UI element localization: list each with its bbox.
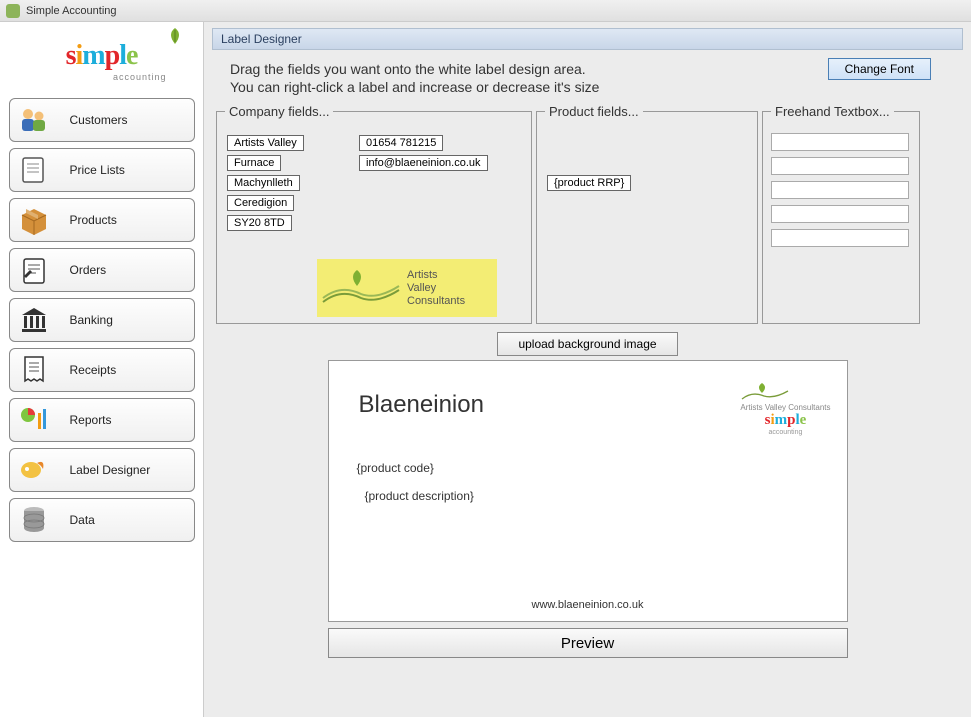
field-product-rrp[interactable]: {product RRP}	[547, 175, 631, 191]
sidebar: simple accounting Customers Price Lists	[0, 22, 204, 717]
design-field-product-code[interactable]: {product code}	[357, 461, 434, 475]
freehand-legend: Freehand Textbox...	[771, 104, 894, 119]
sidebar-item-customers[interactable]: Customers	[9, 98, 195, 142]
sidebar-item-orders[interactable]: Orders	[9, 248, 195, 292]
sidebar-item-label: Banking	[70, 313, 113, 327]
sidebar-item-label: Products	[70, 213, 117, 227]
sidebar-item-banking[interactable]: Banking	[9, 298, 195, 342]
sidebar-item-label: Price Lists	[70, 163, 125, 177]
sidebar-item-label: Orders	[70, 263, 107, 277]
freehand-input-4[interactable]	[771, 205, 909, 223]
preview-button[interactable]: Preview	[328, 628, 848, 658]
consultant-logo[interactable]: Artists Valley Consultants	[317, 259, 497, 317]
products-icon	[16, 202, 52, 238]
design-url[interactable]: www.blaeneinion.co.uk	[329, 599, 847, 611]
data-icon	[16, 502, 52, 538]
freehand-input-5[interactable]	[771, 229, 909, 247]
field-company-email[interactable]: info@blaeneinion.co.uk	[359, 155, 488, 171]
field-company-phone[interactable]: 01654 781215	[359, 135, 443, 151]
sidebar-item-label: Reports	[70, 413, 112, 427]
product-legend: Product fields...	[545, 104, 643, 119]
window-title: Simple Accounting	[26, 5, 117, 17]
freehand-input-1[interactable]	[771, 133, 909, 151]
upload-background-button[interactable]: upload background image	[497, 332, 677, 356]
field-company-name[interactable]: Artists Valley	[227, 135, 304, 151]
orders-icon	[16, 252, 52, 288]
field-company-addr3[interactable]: Ceredigion	[227, 195, 294, 211]
banking-icon	[16, 302, 52, 338]
product-fields-group: Product fields... {product RRP}	[536, 104, 758, 324]
leaf-icon	[161, 26, 189, 54]
freehand-textbox-group: Freehand Textbox...	[762, 104, 920, 324]
sidebar-item-label: Receipts	[70, 363, 117, 377]
customers-icon	[16, 102, 52, 138]
label-design-area[interactable]: Blaeneinion Artists Valley Consultants s…	[328, 360, 848, 622]
company-legend: Company fields...	[225, 104, 333, 119]
receipts-icon	[16, 352, 52, 388]
sidebar-item-labeldesigner[interactable]: Label Designer	[9, 448, 195, 492]
field-company-addr2[interactable]: Machynlleth	[227, 175, 300, 191]
sidebar-item-products[interactable]: Products	[9, 198, 195, 242]
design-title[interactable]: Blaeneinion	[359, 391, 484, 419]
sidebar-item-pricelists[interactable]: Price Lists	[9, 148, 195, 192]
field-company-postcode[interactable]: SY20 8TD	[227, 215, 292, 231]
sidebar-item-receipts[interactable]: Receipts	[9, 348, 195, 392]
consultant-swoosh-icon	[321, 268, 401, 308]
content-header: Label Designer	[212, 28, 963, 50]
design-field-product-description[interactable]: {product description}	[365, 489, 474, 503]
pricelists-icon	[16, 152, 52, 188]
window-titlebar: Simple Accounting	[0, 0, 971, 22]
design-logo-block[interactable]: Artists Valley Consultants simple accoun…	[740, 381, 830, 436]
freehand-input-2[interactable]	[771, 157, 909, 175]
company-fields-group: Company fields... Artists Valley Furnace…	[216, 104, 532, 324]
sidebar-item-data[interactable]: Data	[9, 498, 195, 542]
sidebar-item-label: Label Designer	[70, 463, 151, 477]
change-font-button[interactable]: Change Font	[828, 58, 931, 80]
sidebar-item-reports[interactable]: Reports	[9, 398, 195, 442]
app-icon	[6, 4, 20, 18]
reports-icon	[16, 402, 52, 438]
sidebar-item-label: Customers	[70, 113, 128, 127]
app-logo: simple accounting	[7, 26, 197, 86]
design-consultant-icon	[740, 381, 790, 403]
content-area: Label Designer Change Font Drag the fiel…	[204, 22, 971, 717]
freehand-input-3[interactable]	[771, 181, 909, 199]
sidebar-item-label: Data	[70, 513, 95, 527]
field-company-addr1[interactable]: Furnace	[227, 155, 281, 171]
labeldesigner-icon	[16, 452, 52, 488]
